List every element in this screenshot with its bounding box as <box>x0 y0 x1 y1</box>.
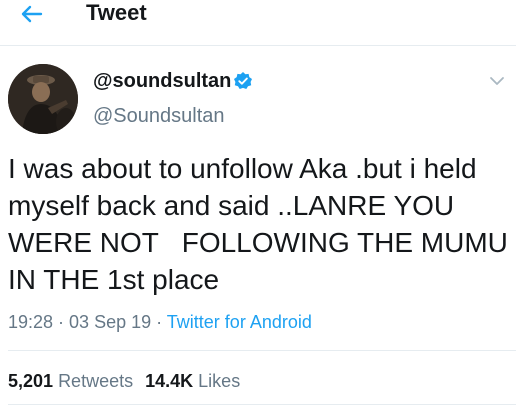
chevron-down-icon <box>490 77 504 85</box>
likes-stat[interactable]: 14.4K Likes <box>145 370 240 392</box>
likes-label: Likes <box>198 371 241 391</box>
tweet-stats: 5,201 Retweets 14.4K Likes <box>8 370 240 392</box>
avatar-image <box>8 64 78 134</box>
retweets-label: Retweets <box>58 371 134 391</box>
author-display-name[interactable]: @soundsultan <box>93 69 231 93</box>
meta-separator: · <box>53 312 70 332</box>
page-title: Tweet <box>86 0 147 25</box>
arrow-left-icon <box>21 5 43 23</box>
back-button[interactable] <box>14 0 48 28</box>
divider <box>8 404 516 405</box>
verified-badge-icon <box>234 72 252 89</box>
tweet-time: 19:28 <box>8 312 54 332</box>
meta-separator: · <box>151 312 167 332</box>
avatar[interactable] <box>8 64 78 134</box>
tweet-metadata: 19:28 · 03 Sep 19 · Twitter for Android <box>8 311 312 333</box>
tweet-menu-button[interactable] <box>486 72 508 90</box>
retweets-stat[interactable]: 5,201 Retweets <box>8 370 133 392</box>
tweet-source-link[interactable]: Twitter for Android <box>167 312 312 332</box>
tweet-text: I was about to unfollow Aka .but i held … <box>8 153 516 295</box>
author-handle[interactable]: @Soundsultan <box>93 104 225 128</box>
likes-count: 14.4K <box>145 371 194 391</box>
retweets-count: 5,201 <box>8 371 54 391</box>
top-bar: Tweet <box>0 0 516 46</box>
divider <box>8 350 516 351</box>
tweet-date[interactable]: 03 Sep 19 <box>69 312 151 332</box>
